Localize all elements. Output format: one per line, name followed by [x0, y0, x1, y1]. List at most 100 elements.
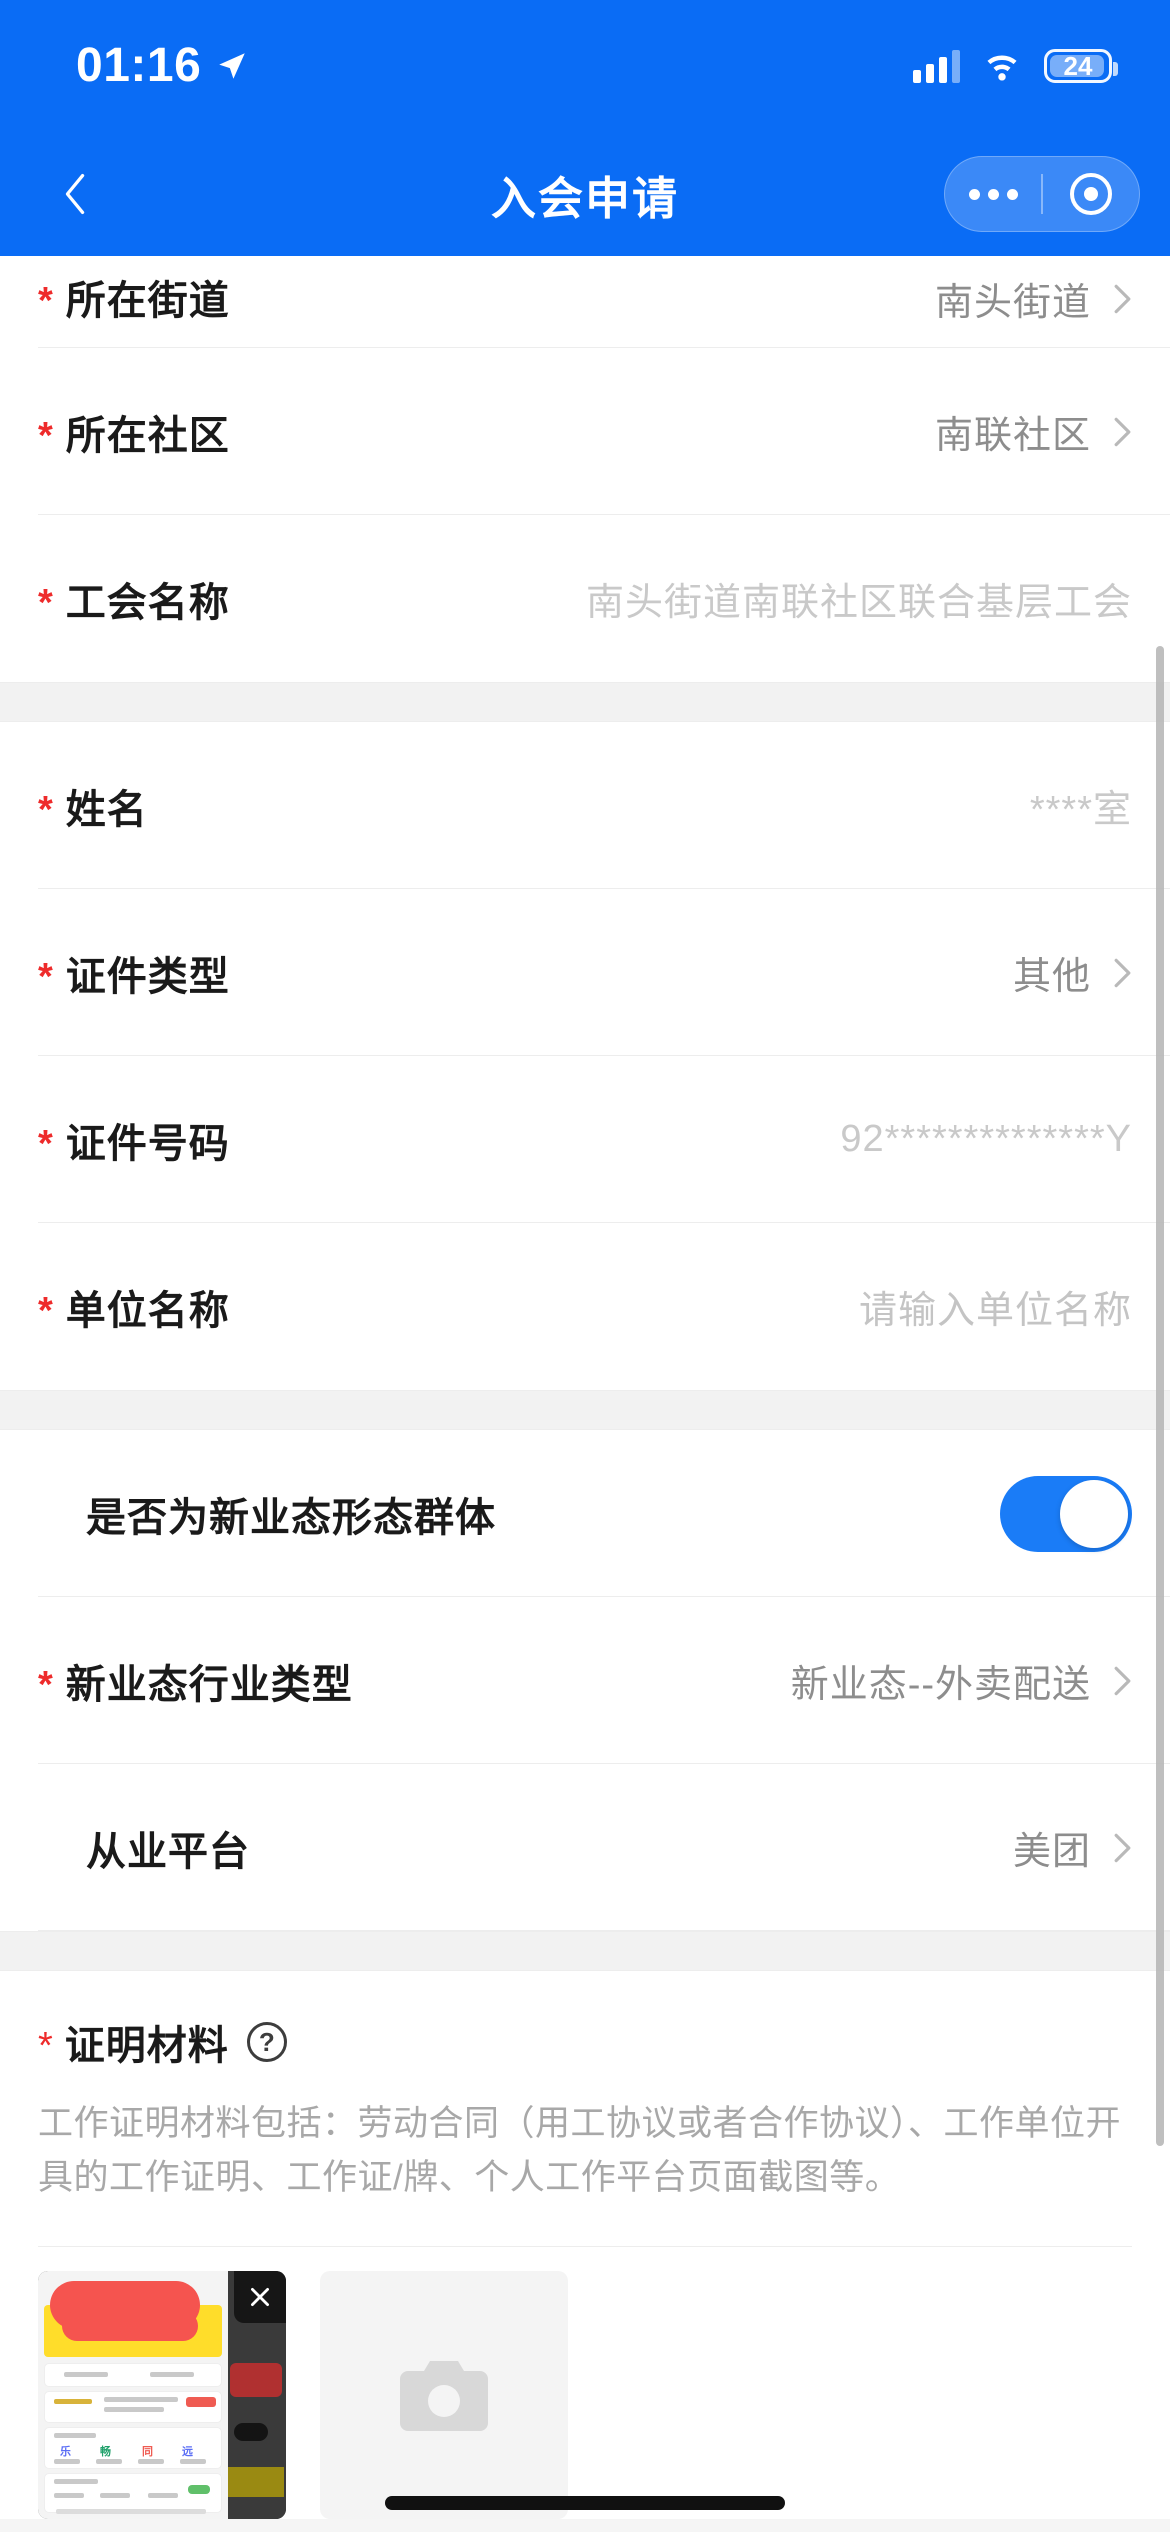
home-indicator — [385, 2496, 785, 2510]
form-row-street[interactable]: * 所在街道 南头街道 — [0, 256, 1170, 348]
status-bar-left: 01:16 — [76, 42, 249, 90]
thumb-line — [104, 2407, 164, 2412]
thumb-line — [56, 2509, 206, 2514]
chevron-right-icon — [1114, 958, 1131, 987]
battery-percent: 24 — [1063, 51, 1093, 81]
status-bar: 01:16 24 — [0, 0, 1170, 132]
label-industry-type: * 新业态行业类型 — [38, 1652, 353, 1710]
thumb-line — [54, 2399, 92, 2404]
thumb-line — [64, 2372, 108, 2377]
app-screen: 01:16 24 入会申请 * 所在街道 南头街道 * 所在社区 南联社区 * … — [0, 0, 1170, 2532]
section-separator — [0, 682, 1170, 722]
required-asterisk: * — [38, 414, 54, 457]
camera-icon — [400, 2361, 488, 2431]
thumb-line — [104, 2397, 178, 2402]
label-text: 证件类型 — [65, 954, 230, 999]
more-menu-button[interactable] — [945, 157, 1041, 231]
label-text: 单位名称 — [65, 1288, 230, 1333]
label-name: * 姓名 — [38, 777, 148, 835]
status-time: 01:16 — [76, 39, 202, 92]
proof-description: 工作证明材料包括：劳动合同（用工协议或者合作协议）、工作单位开具的工作证明、工作… — [38, 2104, 1122, 2198]
uploaded-proof-image[interactable]: 乐 畅 同 远 — [38, 2271, 286, 2519]
thumb-blob — [234, 2423, 268, 2441]
required-asterisk: * — [38, 280, 54, 322]
proof-section: * 证明材料 ? 工作证明材料包括：劳动合同（用工协议或者合作协议）、工作单位开… — [0, 1971, 1170, 2247]
close-x-icon — [251, 2288, 269, 2306]
form-row-id-number[interactable]: * 证件号码 92**************Y — [0, 1056, 1170, 1223]
chevron-right-icon — [1114, 1833, 1131, 1862]
thumb-line — [138, 2459, 164, 2464]
value-platform: 美团 — [1013, 1820, 1132, 1875]
target-circle-icon — [1069, 173, 1112, 215]
label-text: 所在街道 — [65, 279, 230, 323]
section-separator — [0, 1390, 1170, 1430]
miniprogram-capsule — [944, 156, 1140, 232]
thumb-line — [180, 2459, 206, 2464]
value-text: 其他 — [1012, 956, 1091, 998]
form-row-name[interactable]: * 姓名 ****室 — [0, 722, 1170, 889]
value-community: 南联社区 — [935, 404, 1132, 459]
value-union-name: 南头街道南联社区联合基层工会 — [586, 571, 1132, 626]
proof-header: * 证明材料 ? — [38, 2013, 1132, 2071]
thumb-line — [54, 2479, 98, 2484]
thumb-glyph: 乐 — [60, 2446, 71, 2458]
thumb-line — [150, 2372, 194, 2377]
label-text: 所在社区 — [65, 413, 230, 458]
question-mark-icon[interactable]: ? — [246, 2022, 287, 2062]
vertical-scrollbar[interactable] — [1156, 646, 1164, 2146]
upload-area: 乐 畅 同 远 — [0, 2247, 1170, 2519]
value-text: 新业态--外卖配送 — [790, 1664, 1091, 1706]
form-row-new-economy-toggle[interactable]: 是否为新业态形态群体 — [0, 1430, 1170, 1597]
required-asterisk: * — [38, 788, 54, 831]
form-scroll-container[interactable]: * 所在街道 南头街道 * 所在社区 南联社区 * 工会名称 南头街道南联社区联… — [0, 256, 1170, 2532]
location-arrow-icon — [219, 53, 246, 79]
redaction-mark — [62, 2311, 198, 2341]
form-row-platform[interactable]: 从业平台 美团 — [0, 1764, 1170, 1931]
value-name: ****室 — [1030, 778, 1132, 833]
thumb-glyph: 远 — [182, 2446, 193, 2458]
value-street: 南头街道 — [935, 271, 1132, 326]
form-row-id-type[interactable]: * 证件类型 其他 — [0, 889, 1170, 1056]
thumb-line — [96, 2459, 122, 2464]
label-text: 新业态行业类型 — [65, 1662, 353, 1707]
nav-bar: 入会申请 — [0, 132, 1170, 256]
label-company-name: * 单位名称 — [38, 1278, 230, 1336]
thumb-line — [54, 2493, 84, 2498]
required-asterisk: * — [38, 955, 54, 998]
thumb-blob — [230, 2363, 282, 2397]
chevron-right-icon — [1114, 417, 1131, 446]
label-id-type: * 证件类型 — [38, 944, 230, 1002]
required-asterisk: * — [38, 2025, 53, 2067]
proof-label: 证明材料 — [64, 2024, 229, 2068]
thumb-glyph: 畅 — [100, 2446, 111, 2458]
form-row-company-name[interactable]: * 单位名称 请输入单位名称 — [0, 1223, 1170, 1390]
label-union-name: * 工会名称 — [38, 570, 230, 628]
status-bar-right: 24 — [913, 49, 1118, 83]
value-text: ****室 — [1029, 789, 1132, 831]
chevron-right-icon — [1114, 284, 1131, 313]
thumbnail-preview: 乐 畅 同 远 — [38, 2271, 228, 2519]
form-row-community[interactable]: * 所在社区 南联社区 — [0, 348, 1170, 515]
form-row-industry-type[interactable]: * 新业态行业类型 新业态--外卖配送 — [0, 1597, 1170, 1764]
label-new-economy: 是否为新业态形态群体 — [38, 1485, 496, 1543]
wifi-icon — [987, 55, 1017, 81]
close-miniprogram-button[interactable] — [1043, 157, 1139, 231]
new-economy-toggle[interactable] — [1000, 1475, 1132, 1552]
value-text: 南头街道南联社区联合基层工会 — [585, 582, 1132, 624]
label-id-number: * 证件号码 — [38, 1111, 230, 1169]
thumb-line — [100, 2493, 130, 2498]
thumb-line — [188, 2485, 210, 2494]
placeholder-text: 请输入单位名称 — [858, 1290, 1132, 1332]
company-name-input[interactable]: 请输入单位名称 — [859, 1279, 1132, 1334]
add-image-button[interactable] — [320, 2271, 568, 2519]
label-community: * 所在社区 — [38, 403, 230, 461]
required-asterisk: * — [38, 1663, 54, 1706]
label-street: * 所在街道 — [38, 268, 230, 326]
label-platform: 从业平台 — [38, 1819, 250, 1877]
thumb-line — [54, 2433, 96, 2438]
remove-image-button[interactable] — [234, 2271, 286, 2323]
divider — [38, 2245, 1132, 2247]
label-text: 姓名 — [65, 787, 148, 832]
label-text: 是否为新业态形态群体 — [86, 1495, 496, 1540]
label-text: 工会名称 — [65, 580, 230, 625]
